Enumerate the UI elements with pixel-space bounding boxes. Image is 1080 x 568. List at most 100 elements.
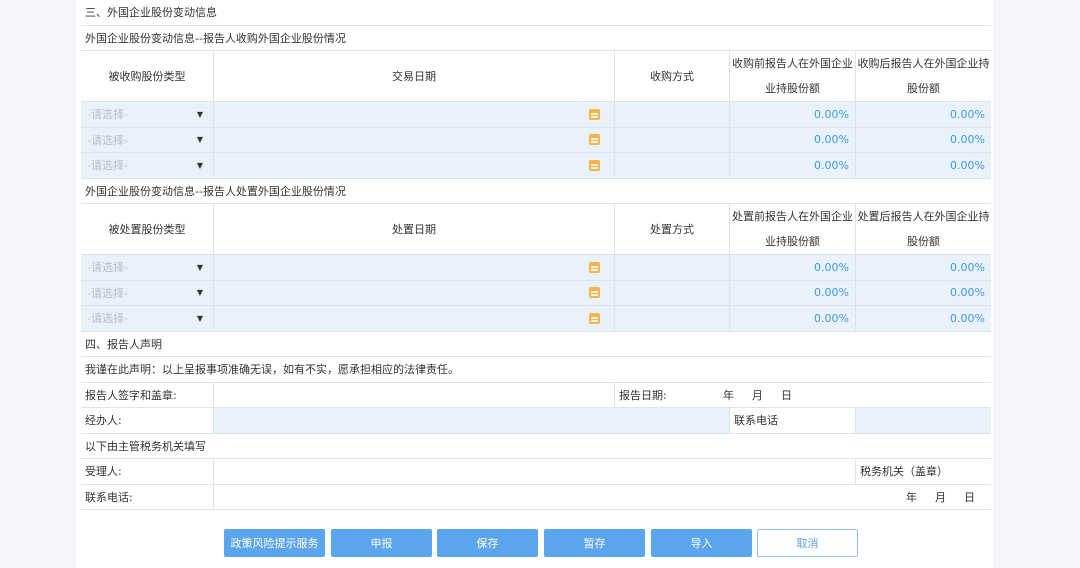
share-type-select[interactable]: -请选择- ▼ <box>81 255 214 280</box>
report-form: 三、外国企业股份变动信息 外国企业股份变动信息--报告人收购外国企业股份情况 被… <box>81 0 991 510</box>
declaration-text: 我谨在此声明：以上呈报事项准确无误，如有不实，愿承担相应的法律责任。 <box>81 357 991 383</box>
share-after-value[interactable]: 0.00% <box>856 306 991 331</box>
date-month: 月 <box>935 490 946 504</box>
acquire-table-header: 被收购股份类型 交易日期 收购方式 收购前报告人在外国企业业持股份额 收购后报告… <box>81 51 991 102</box>
date-day: 日 <box>964 490 975 504</box>
tax-office-section-title: 以下由主管税务机关填写 <box>81 434 991 459</box>
header-disposed-share-type: 被处置股份类型 <box>81 204 214 254</box>
share-before-value[interactable]: 0.00% <box>730 127 856 152</box>
acquire-method-input[interactable] <box>615 153 730 178</box>
share-before-value[interactable]: 0.00% <box>730 306 856 331</box>
cancel-button[interactable]: 取消 <box>757 529 858 557</box>
receiver-field <box>214 459 856 484</box>
report-date-label: 报告日期: <box>619 388 667 402</box>
handler-input[interactable] <box>214 408 730 433</box>
header-acquired-share-type: 被收购股份类型 <box>81 51 214 101</box>
contact-phone-label: 联系电话 <box>730 408 856 433</box>
share-before-value[interactable]: 0.00% <box>730 255 856 280</box>
share-after-value[interactable]: 0.00% <box>856 280 991 305</box>
contact-phone-input[interactable] <box>856 408 991 433</box>
select-placeholder: -请选择- <box>87 286 128 300</box>
header-acquire-method: 收购方式 <box>615 51 730 101</box>
submit-button[interactable]: 申报 <box>331 529 432 557</box>
save-button[interactable]: 保存 <box>437 529 538 557</box>
select-placeholder: -请选择- <box>87 133 128 147</box>
receiver-row: 受理人: 税务机关（盖章） <box>81 459 991 485</box>
share-after-value[interactable]: 0.00% <box>856 102 991 127</box>
calendar-icon[interactable] <box>589 159 600 171</box>
acquire-method-input[interactable] <box>615 127 730 152</box>
share-type-select[interactable]: -请选择- ▼ <box>81 153 214 178</box>
handler-label: 经办人: <box>81 408 214 433</box>
header-share-after: 处置后报告人在外国企业持股份额 <box>857 210 990 248</box>
tax-office-seal-label: 税务机关（盖章） <box>856 459 991 484</box>
header-dispose-date: 处置日期 <box>214 204 615 254</box>
caret-down-icon: ▼ <box>196 109 203 119</box>
calendar-icon[interactable] <box>589 108 600 120</box>
date-year: 年 <box>723 388 734 402</box>
form-page: 三、外国企业股份变动信息 外国企业股份变动信息--报告人收购外国企业股份情况 被… <box>76 0 993 568</box>
date-year: 年 <box>906 490 917 504</box>
share-after-value[interactable]: 0.00% <box>856 153 991 178</box>
acquire-row: -请选择- ▼ 0.00% 0.00% <box>81 102 991 128</box>
share-after-value[interactable]: 0.00% <box>856 127 991 152</box>
calendar-icon[interactable] <box>589 261 600 273</box>
header-dispose-method: 处置方式 <box>615 204 730 254</box>
tax-date-field: 年 月 日 <box>214 484 991 509</box>
dispose-date-input[interactable] <box>214 255 615 280</box>
acquire-table-title: 外国企业股份变动信息--报告人收购外国企业股份情况 <box>81 26 991 51</box>
policy-risk-button[interactable]: 政策风险提示服务 <box>224 529 325 557</box>
draft-button[interactable]: 暂存 <box>544 529 645 557</box>
trade-date-input[interactable] <box>214 102 615 127</box>
dispose-date-input[interactable] <box>214 306 615 331</box>
signature-field[interactable] <box>214 382 615 407</box>
caret-down-icon: ▼ <box>196 135 203 145</box>
action-bar: 政策风险提示服务 申报 保存 暂存 导入 取消 <box>0 529 1080 557</box>
section3-title: 三、外国企业股份变动信息 <box>81 0 991 26</box>
dispose-method-input[interactable] <box>615 280 730 305</box>
date-month: 月 <box>752 388 763 402</box>
header-share-before: 处置前报告人在外国企业业持股份额 <box>730 204 856 254</box>
share-type-select[interactable]: -请选择- ▼ <box>81 306 214 331</box>
trade-date-input[interactable] <box>214 127 615 152</box>
date-day: 日 <box>781 388 792 402</box>
share-before-value[interactable]: 0.00% <box>730 280 856 305</box>
tax-phone-row: 联系电话: 年 月 日 <box>81 484 991 510</box>
share-before-value[interactable]: 0.00% <box>730 153 856 178</box>
caret-down-icon: ▼ <box>196 313 203 323</box>
share-type-select[interactable]: -请选择- ▼ <box>81 127 214 152</box>
acquire-row: -请选择- ▼ 0.00% 0.00% <box>81 153 991 179</box>
dispose-method-input[interactable] <box>615 306 730 331</box>
signature-label: 报告人签字和盖章: <box>81 382 214 407</box>
dispose-row: -请选择- ▼ 0.00% 0.00% <box>81 280 991 306</box>
dispose-method-input[interactable] <box>615 255 730 280</box>
share-after-value[interactable]: 0.00% <box>856 255 991 280</box>
dispose-table-title: 外国企业股份变动信息--报告人处置外国企业股份情况 <box>81 179 991 204</box>
report-date-field[interactable]: 报告日期: 年 月 日 <box>615 382 991 407</box>
trade-date-input[interactable] <box>214 153 615 178</box>
header-share-after: 收购后报告人在外国企业持股份额 <box>857 57 990 95</box>
calendar-icon[interactable] <box>589 134 600 146</box>
share-type-select[interactable]: -请选择- ▼ <box>81 102 214 127</box>
caret-down-icon: ▼ <box>196 288 203 298</box>
dispose-date-input[interactable] <box>214 280 615 305</box>
signature-row: 报告人签字和盖章: 报告日期: 年 月 日 <box>81 382 991 408</box>
phone-label: 联系电话: <box>81 484 214 509</box>
acquire-method-input[interactable] <box>615 102 730 127</box>
share-type-select[interactable]: -请选择- ▼ <box>81 280 214 305</box>
select-placeholder: -请选择- <box>87 108 128 122</box>
caret-down-icon: ▼ <box>196 160 203 170</box>
header-share-before: 收购前报告人在外国企业业持股份额 <box>730 51 856 101</box>
import-button[interactable]: 导入 <box>651 529 752 557</box>
calendar-icon[interactable] <box>589 287 600 299</box>
section4-title: 四、报告人声明 <box>81 332 991 357</box>
dispose-table-header: 被处置股份类型 处置日期 处置方式 处置前报告人在外国企业业持股份额 处置后报告… <box>81 204 991 255</box>
share-before-value[interactable]: 0.00% <box>730 102 856 127</box>
header-trade-date: 交易日期 <box>214 51 615 101</box>
handler-row: 经办人: 联系电话 <box>81 408 991 434</box>
dispose-row: -请选择- ▼ 0.00% 0.00% <box>81 306 991 332</box>
select-placeholder: -请选择- <box>87 159 128 173</box>
select-placeholder: -请选择- <box>87 312 128 326</box>
receiver-label: 受理人: <box>81 459 214 484</box>
calendar-icon[interactable] <box>589 312 600 324</box>
